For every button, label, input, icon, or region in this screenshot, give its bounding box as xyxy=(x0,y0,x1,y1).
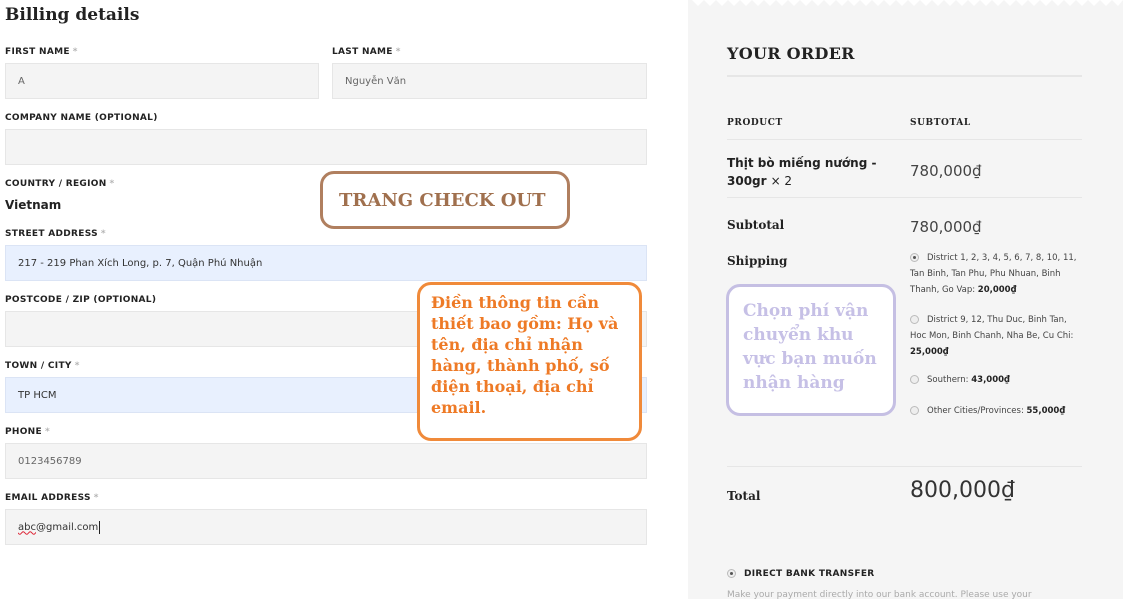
company-label: COMPANY NAME (OPTIONAL) xyxy=(5,113,158,123)
last-name-input[interactable]: Nguyễn Văn xyxy=(332,63,647,99)
email-user-text: abc xyxy=(18,521,36,533)
order-divider xyxy=(727,75,1082,77)
radio-icon[interactable] xyxy=(910,406,919,415)
shipping-annotation: Chọn phí vận chuyển khu vực bạn muốn nhậ… xyxy=(726,284,896,416)
first-name-label: FIRST NAME * xyxy=(5,47,78,57)
order-title: YOUR ORDER xyxy=(727,44,855,63)
payment-option-bank-transfer[interactable]: DIRECT BANK TRANSFER xyxy=(727,569,875,579)
shipping-option[interactable]: District 1, 2, 3, 4, 5, 6, 7, 8, 10, 11,… xyxy=(910,250,1085,298)
product-divider xyxy=(727,197,1082,198)
billing-section: Billing details FIRST NAME * A LAST NAME *… xyxy=(0,0,688,599)
shipping-option[interactable]: Other Cities/Provinces: 55,000₫ xyxy=(910,403,1085,419)
subtotal-value: 780,000₫ xyxy=(910,218,982,236)
shipping-option[interactable]: Southern: 43,000₫ xyxy=(910,372,1085,388)
phone-label: PHONE * xyxy=(5,427,50,437)
last-name-label: LAST NAME * xyxy=(332,47,401,57)
billing-title: Billing details xyxy=(5,5,140,25)
company-input[interactable] xyxy=(5,129,647,165)
total-label: Total xyxy=(727,489,761,503)
radio-selected-icon[interactable] xyxy=(910,253,919,262)
radio-selected-icon[interactable] xyxy=(727,569,736,578)
product-column-header: PRODUCT xyxy=(727,118,783,128)
shipping-option[interactable]: District 9, 12, Thu Duc, Binh Tan, Hoc M… xyxy=(910,312,1085,360)
radio-icon[interactable] xyxy=(910,315,919,324)
subtotal-label: Subtotal xyxy=(727,218,785,232)
zigzag-edge xyxy=(688,0,1123,6)
header-divider xyxy=(727,139,1082,140)
checkout-annotation: TRANG CHECK OUT xyxy=(320,171,570,229)
total-value: 800,000₫ xyxy=(910,478,1015,503)
radio-icon[interactable] xyxy=(910,375,919,384)
email-domain-text: @gmail.com xyxy=(35,521,99,533)
payment-description: Make your payment directly into our bank… xyxy=(727,590,1032,599)
email-label: EMAIL ADDRESS * xyxy=(5,493,99,503)
email-input[interactable]: abc @gmail.com xyxy=(5,509,647,545)
total-divider xyxy=(727,466,1082,467)
subtotal-column-header: SUBTOTAL xyxy=(910,118,971,128)
country-label: COUNTRY / REGION * xyxy=(5,179,115,189)
shipping-label: Shipping xyxy=(727,254,788,268)
street-label: STREET ADDRESS * xyxy=(5,229,106,239)
text-caret xyxy=(99,520,101,534)
postcode-label: POSTCODE / ZIP (OPTIONAL) xyxy=(5,295,157,305)
city-label: TOWN / CITY * xyxy=(5,361,80,371)
product-name: Thịt bò miếng nướng - 300gr × 2 xyxy=(727,156,877,188)
info-annotation: Điền thông tin cần thiết bao gồm: Họ và … xyxy=(417,282,642,441)
first-name-input[interactable]: A xyxy=(5,63,319,99)
product-quantity: × 2 xyxy=(770,174,793,188)
street-input[interactable]: 217 - 219 Phan Xích Long, p. 7, Quận Phú… xyxy=(5,245,647,281)
country-value: Vietnam xyxy=(5,198,62,212)
product-subtotal: 780,000₫ xyxy=(910,162,982,180)
phone-input[interactable]: 0123456789 xyxy=(5,443,647,479)
